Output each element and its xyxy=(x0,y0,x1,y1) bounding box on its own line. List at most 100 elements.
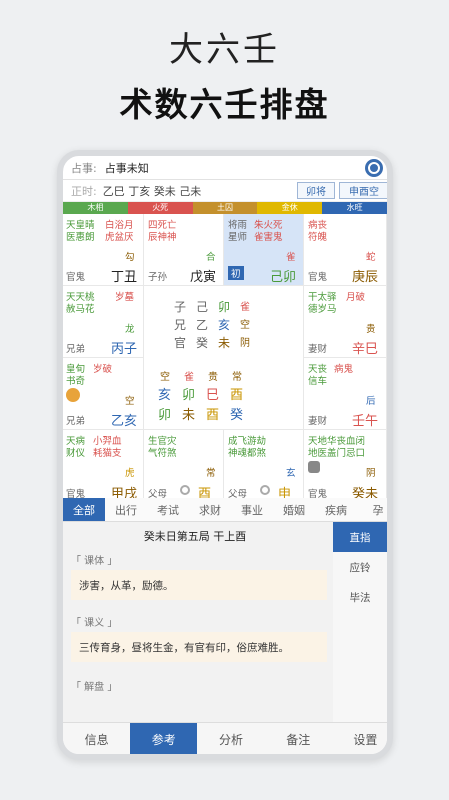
side-bifa[interactable]: 毕法 xyxy=(333,582,387,612)
palace-hai[interactable]: 皇旬 书奇 岁破 空 兄弟 乙亥 xyxy=(63,358,144,430)
nav-reference[interactable]: 参考 xyxy=(130,723,198,754)
palace-you[interactable]: 生官灾 气符煞 常 父母 酉 xyxy=(144,430,224,504)
element-bar-fire: 火死 xyxy=(127,202,193,214)
palace-wu[interactable]: 天丧 信车 病鬼 后 妻财 壬午 xyxy=(304,358,387,430)
yuejiang-chip[interactable]: 卯将 xyxy=(297,182,335,199)
palace-stars-2: 德岁马 xyxy=(308,304,337,315)
chuan-stem-3: 癸 xyxy=(196,336,209,350)
sike-sanchuan: 子 己 卯 雀 兄 乙 亥 空 官 癸 未 阴 空 雀 贵 常 亥 卯 巳 酉 … xyxy=(144,286,304,430)
clock-icon[interactable] xyxy=(365,159,383,177)
initial-transmission-badge: 初 xyxy=(228,266,244,280)
side-menu: 直指 应铃 毕法 xyxy=(333,522,387,722)
ganzhi-text: 乙巳 丁亥 癸未 己未 xyxy=(102,184,202,198)
kongwang-chip[interactable]: 申酉空 xyxy=(339,182,387,199)
tab-marriage[interactable]: 婚姻 xyxy=(273,498,315,521)
palace-god: 合 xyxy=(206,252,216,263)
palace-stars-3: 星师 xyxy=(228,232,248,243)
palace-god: 阴 xyxy=(366,468,376,479)
content-title: 癸未日第五局 干上酉 xyxy=(143,530,247,543)
section-ketl-heading: 「 课体 」 xyxy=(71,556,118,567)
element-bar-earth: 土囚 xyxy=(192,202,258,214)
ke-lower-3: 酉 xyxy=(206,408,220,423)
category-tabs: 全部 出行 考试 求财 事业 婚姻 疾病 孕 xyxy=(63,498,387,522)
chuan-god-2: 空 xyxy=(240,320,250,331)
palace-chou[interactable]: 天皇晴 白浴月 医惠朗 虎盆厌 勾 官鬼 丁丑 xyxy=(63,214,144,286)
palace-stars-3: 岁墓 xyxy=(115,292,135,303)
chuan-stem-1: 己 xyxy=(196,300,209,314)
ke-god-2: 雀 xyxy=(184,372,194,383)
palace-relation: 兄弟 xyxy=(66,416,86,427)
palace-wei[interactable]: 天地华丧血闭 地医盖门忌口 阴 官鬼 癸未 xyxy=(304,430,387,504)
time-label: 正时: xyxy=(71,184,97,198)
tab-exam[interactable]: 考试 xyxy=(147,498,189,521)
nav-analysis[interactable]: 分析 xyxy=(197,723,264,754)
nav-info[interactable]: 信息 xyxy=(63,723,130,754)
palace-si[interactable]: 干太驿 德岁马 月破 贵 妻财 辛巳 xyxy=(304,286,387,358)
palace-stars-3: 病鬼 xyxy=(334,364,354,375)
palace-zi[interactable]: 天天桃 赦马花 岁墓 龙 兄弟 丙子 xyxy=(63,286,144,358)
tab-all[interactable]: 全部 xyxy=(63,498,105,521)
tianpan-grid: 天皇晴 白浴月 医惠朗 虎盆厌 勾 官鬼 丁丑 四死亡 辰神神 合 子孙 戊寅 … xyxy=(63,214,387,504)
nav-settings[interactable]: 设置 xyxy=(332,723,387,754)
side-zhizhi[interactable]: 直指 xyxy=(333,522,387,552)
tab-illness[interactable]: 疾病 xyxy=(315,498,357,521)
palace-stars-3: 月破 xyxy=(346,292,366,303)
reference-content: 癸未日第五局 干上酉 「 课体 」 涉害，从革，励德。 「 课义 」 三传育身，… xyxy=(63,522,387,722)
section-keyi-heading: 「 课义 」 xyxy=(71,618,118,629)
palace-relation: 兄弟 xyxy=(66,344,86,355)
top-bar: 占事: 占事未知 xyxy=(63,156,387,180)
palace-god: 空 xyxy=(125,396,135,407)
palace-stars-2: 辰神神 xyxy=(148,232,177,243)
section-keti-body: 涉害，从革，励德。 xyxy=(71,570,327,600)
element-bars: 木相 火死 土囚 金休 水旺 xyxy=(63,202,387,214)
palace-stars-2: 信车 xyxy=(308,376,328,387)
palace-yin[interactable]: 四死亡 辰神神 合 子孙 戊寅 xyxy=(144,214,224,286)
palace-god: 贵 xyxy=(366,324,376,335)
palace-relation: 子孙 xyxy=(148,272,168,283)
section-jiepan-heading: 「 解盘 」 xyxy=(71,682,118,693)
palace-god: 蛇 xyxy=(366,252,376,263)
element-bar-metal: 金休 xyxy=(257,202,323,214)
palace-god: 玄 xyxy=(286,468,296,479)
palace-ganzhi: 丙子 xyxy=(111,342,138,357)
question-text[interactable]: 占事未知 xyxy=(105,160,149,176)
phone-frame: 占事: 占事未知 正时: 乙巳 丁亥 癸未 己未 卯将 申酉空 木相 火死 土囚… xyxy=(57,150,393,760)
tab-pregnancy[interactable]: 孕 xyxy=(357,498,387,521)
tab-wealth[interactable]: 求财 xyxy=(189,498,231,521)
chuan-god-3: 阴 xyxy=(240,338,250,349)
side-yingqian[interactable]: 应铃 xyxy=(333,552,387,582)
palace-stars-4: 虎盆厌 xyxy=(105,232,134,243)
chuan-relation-2: 兄 xyxy=(174,318,187,332)
palace-stars-2: 气符煞 xyxy=(148,448,177,459)
tab-career[interactable]: 事业 xyxy=(231,498,273,521)
palace-god: 雀 xyxy=(286,252,296,263)
flag-icon xyxy=(66,388,80,402)
palace-shen[interactable]: 成飞游劫 神魂都煞 玄 父母 申 xyxy=(224,430,304,504)
palace-stars-2: 赦马花 xyxy=(66,304,95,315)
palace-stars-2: 符魄 xyxy=(308,232,328,243)
palace-god: 龙 xyxy=(125,324,135,335)
palace-stars-2: 神魂都煞 xyxy=(228,448,267,459)
element-bar-water: 水旺 xyxy=(322,202,387,214)
ke-god-3: 贵 xyxy=(208,372,218,383)
tab-travel[interactable]: 出行 xyxy=(105,498,147,521)
tag-icon xyxy=(308,461,320,473)
nav-notes[interactable]: 备注 xyxy=(265,723,332,754)
palace-stars-3: 岁破 xyxy=(93,364,113,375)
chuan-relation-1: 子 xyxy=(174,300,187,314)
palace-ganzhi: 己卯 xyxy=(270,270,297,285)
ke-god-1: 空 xyxy=(160,372,170,383)
palace-relation: 妻财 xyxy=(308,344,328,355)
ke-lower-2: 未 xyxy=(182,408,196,423)
section-keyi-body: 三传育身，昼将生金，有官有印，俗庶难胜。 xyxy=(71,632,327,662)
chuan-relation-3: 官 xyxy=(174,336,187,350)
palace-relation: 官鬼 xyxy=(308,272,328,283)
ke-upper-3: 巳 xyxy=(206,388,220,403)
palace-mao[interactable]: 将雨 朱火死 星师 雀害鬼 雀 初 己卯 xyxy=(224,214,304,286)
bottom-nav: 信息 参考 分析 备注 设置 xyxy=(63,722,387,754)
ke-lower-4: 癸 xyxy=(230,408,244,423)
palace-stars-4: 耗猫支 xyxy=(93,448,122,459)
ke-upper-4: 酉 xyxy=(230,388,244,403)
palace-chen[interactable]: 病丧 符魄 蛇 官鬼 庚辰 xyxy=(304,214,387,286)
palace-xu[interactable]: 天病 财仪 小羿血 耗猫支 虎 官鬼 甲戌 xyxy=(63,430,144,504)
